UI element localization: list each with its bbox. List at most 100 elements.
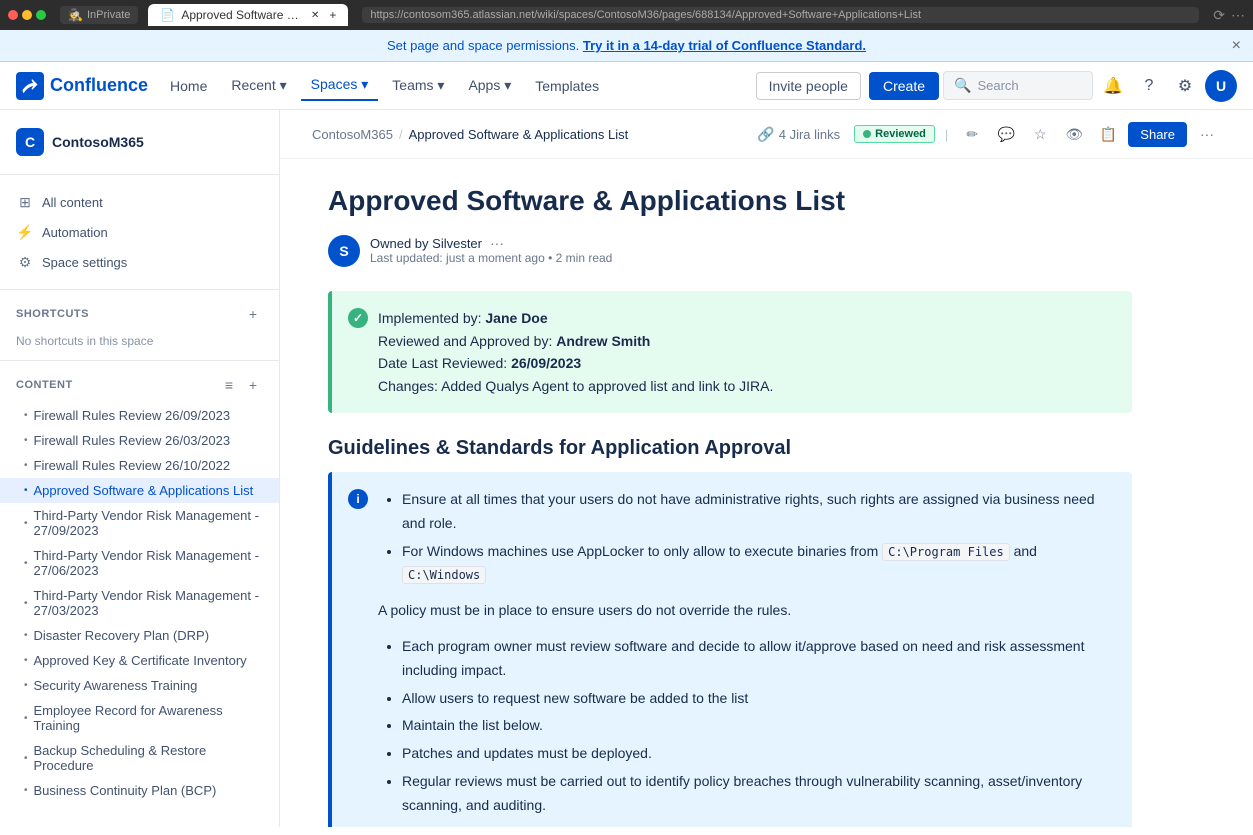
grid-icon: ⊞ xyxy=(16,193,34,211)
search-icon: 🔍 xyxy=(954,77,971,94)
minimize-dot[interactable] xyxy=(22,10,32,20)
content-area: ContosoM365 / Approved Software & Applic… xyxy=(280,110,1253,827)
sidebar-content-item[interactable]: Security Awareness Training xyxy=(0,673,279,698)
browser-chrome: 🕵 InPrivate 📄 Approved Software & Applic… xyxy=(0,0,1253,30)
sidebar-item-all-content[interactable]: ⊞ All content xyxy=(0,187,279,217)
sidebar-content-item[interactable]: Firewall Rules Review 26/09/2023 xyxy=(0,403,279,428)
last-updated: Last updated: just a moment ago • 2 min … xyxy=(370,251,612,265)
address-bar[interactable]: https://contosom365.atlassian.net/wiki/s… xyxy=(362,7,1199,23)
sidebar: C ContosoM365 ⊞ All content ⚡ Automation… xyxy=(0,110,280,827)
page-actions: Reviewed | ✏ 💬 ☆ 👁 📋 Share ··· xyxy=(854,120,1221,148)
star-icon[interactable]: ☆ xyxy=(1026,120,1054,148)
automation-icon: ⚡ xyxy=(16,223,34,241)
info-box-header: ✓ Implemented by: Jane Doe Reviewed and … xyxy=(348,307,1116,397)
banner-close-icon[interactable]: × xyxy=(1232,37,1241,55)
info-content: Implemented by: Jane Doe Reviewed and Ap… xyxy=(378,307,773,397)
user-avatar[interactable]: U xyxy=(1205,70,1237,102)
sidebar-content-item[interactable]: Firewall Rules Review 26/03/2023 xyxy=(0,428,279,453)
nav-menu-icon[interactable]: ⋯ xyxy=(1231,7,1245,24)
comment-icon[interactable]: 💬 xyxy=(992,120,1020,148)
notifications-icon[interactable]: 🔔 xyxy=(1097,70,1129,102)
incognito-badge: 🕵 InPrivate xyxy=(60,6,138,24)
content-filter-icon[interactable]: ≡ xyxy=(219,375,239,395)
help-icon[interactable]: ? xyxy=(1133,70,1165,102)
sidebar-content-item[interactable]: Third-Party Vendor Risk Management - 27/… xyxy=(0,583,279,623)
shortcuts-add-icon[interactable]: + xyxy=(243,304,263,324)
tab-close-icon[interactable]: ✕ xyxy=(311,10,319,21)
content-section-header: CONTENT ≡ + xyxy=(0,369,279,401)
nav-spaces[interactable]: Spaces ▾ xyxy=(301,70,379,101)
no-shortcuts-text: No shortcuts in this space xyxy=(0,330,279,352)
copy-icon[interactable]: 📋 xyxy=(1094,120,1122,148)
confluence-icon xyxy=(16,72,44,100)
breadcrumb-space[interactable]: ContosoM365 xyxy=(312,127,393,142)
content-actions: ≡ + xyxy=(219,375,263,395)
create-button[interactable]: Create xyxy=(869,72,939,100)
more-actions-icon[interactable]: ··· xyxy=(1193,120,1221,148)
nav-home[interactable]: Home xyxy=(160,72,217,100)
main-layout: C ContosoM365 ⊞ All content ⚡ Automation… xyxy=(0,110,1253,827)
watch-icon[interactable]: 👁 xyxy=(1060,120,1088,148)
space-icon: C xyxy=(16,128,44,156)
settings-gear-icon: ⚙ xyxy=(16,253,34,271)
sidebar-content-item[interactable]: Approved Software & Applications List xyxy=(0,478,279,503)
settings-icon[interactable]: ⚙ xyxy=(1169,70,1201,102)
sidebar-space[interactable]: C ContosoM365 xyxy=(0,118,279,166)
edit-icon[interactable]: ✏ xyxy=(958,120,986,148)
close-dot[interactable] xyxy=(8,10,18,20)
page-title: Approved Software & Applications List xyxy=(328,183,1132,219)
content-label: CONTENT xyxy=(16,379,73,391)
nav-icons: 🔍 Search 🔔 ? ⚙ U xyxy=(943,70,1237,102)
breadcrumb: ContosoM365 / Approved Software & Applic… xyxy=(280,110,1253,159)
sidebar-content-item[interactable]: Backup Scheduling & Restore Procedure xyxy=(0,738,279,778)
info-icon: i xyxy=(348,489,368,509)
owner-label: Owned by Silvester xyxy=(370,236,482,251)
sidebar-content-item[interactable]: Employee Record for Awareness Training xyxy=(0,698,279,738)
page-meta: S Owned by Silvester ··· Last updated: j… xyxy=(328,235,1132,267)
nav-apps[interactable]: Apps ▾ xyxy=(458,71,521,100)
sidebar-content-item[interactable]: Business Continuity Plan (BCP) xyxy=(0,778,279,803)
guidelines-list-2: Each program owner must review software … xyxy=(378,635,1116,818)
guidelines-content: Ensure at all times that your users do n… xyxy=(378,488,1116,599)
nav-refresh-icon[interactable]: ⟳ xyxy=(1213,7,1225,24)
search-box[interactable]: 🔍 Search xyxy=(943,71,1093,100)
sidebar-content-item[interactable]: Disaster Recovery Plan (DRP) xyxy=(0,623,279,648)
window-controls xyxy=(8,10,46,20)
shortcuts-label: SHORTCUTS xyxy=(16,308,89,320)
confluence-logo[interactable]: Confluence xyxy=(16,72,148,100)
info-box-blue: i Ensure at all times that your users do… xyxy=(328,472,1132,827)
maximize-dot[interactable] xyxy=(36,10,46,20)
sidebar-content-item[interactable]: Third-Party Vendor Risk Management - 27/… xyxy=(0,503,279,543)
browser-tab[interactable]: 📄 Approved Software & Applicati... ✕ + xyxy=(148,4,348,26)
sidebar-item-space-settings[interactable]: ⚙ Space settings xyxy=(0,247,279,277)
sidebar-item-automation[interactable]: ⚡ Automation xyxy=(0,217,279,247)
shortcuts-section-header: SHORTCUTS + xyxy=(0,298,279,330)
shortcuts-actions: + xyxy=(243,304,263,324)
info-box-green: ✓ Implemented by: Jane Doe Reviewed and … xyxy=(328,291,1132,413)
breadcrumb-sep-1: / xyxy=(399,127,403,142)
guidelines-header: i Ensure at all times that your users do… xyxy=(348,488,1116,599)
sidebar-nav: ⊞ All content ⚡ Automation ⚙ Space setti… xyxy=(0,183,279,281)
page-content: Approved Software & Applications List S … xyxy=(280,159,1180,827)
invite-people-button[interactable]: Invite people xyxy=(756,72,861,100)
guidelines-extra: A policy must be in place to ensure user… xyxy=(348,599,1116,827)
jira-icon: 🔗 xyxy=(757,126,774,143)
guidelines-list-1: Ensure at all times that your users do n… xyxy=(378,488,1116,587)
nav-teams[interactable]: Teams ▾ xyxy=(382,71,454,100)
author-avatar: S xyxy=(328,235,360,267)
nav-templates[interactable]: Templates xyxy=(525,72,609,100)
trial-link[interactable]: Try it in a 14-day trial of Confluence S… xyxy=(583,38,866,53)
meta-options-icon[interactable]: ··· xyxy=(490,235,504,251)
section-title: Guidelines & Standards for Application A… xyxy=(328,437,1132,460)
sidebar-content-item[interactable]: Approved Key & Certificate Inventory xyxy=(0,648,279,673)
jira-links[interactable]: 🔗 4 Jira links xyxy=(757,126,840,143)
space-name: ContosoM365 xyxy=(52,134,144,150)
sidebar-content-item[interactable]: Third-Party Vendor Risk Management - 27/… xyxy=(0,543,279,583)
content-add-icon[interactable]: + xyxy=(243,375,263,395)
nav-recent[interactable]: Recent ▾ xyxy=(221,71,296,100)
share-button[interactable]: Share xyxy=(1128,122,1187,147)
status-badge: Reviewed xyxy=(854,125,935,143)
sidebar-content-item[interactable]: Firewall Rules Review 26/10/2022 xyxy=(0,453,279,478)
content-items: Firewall Rules Review 26/09/2023Firewall… xyxy=(0,401,279,805)
status-dot xyxy=(863,130,871,138)
